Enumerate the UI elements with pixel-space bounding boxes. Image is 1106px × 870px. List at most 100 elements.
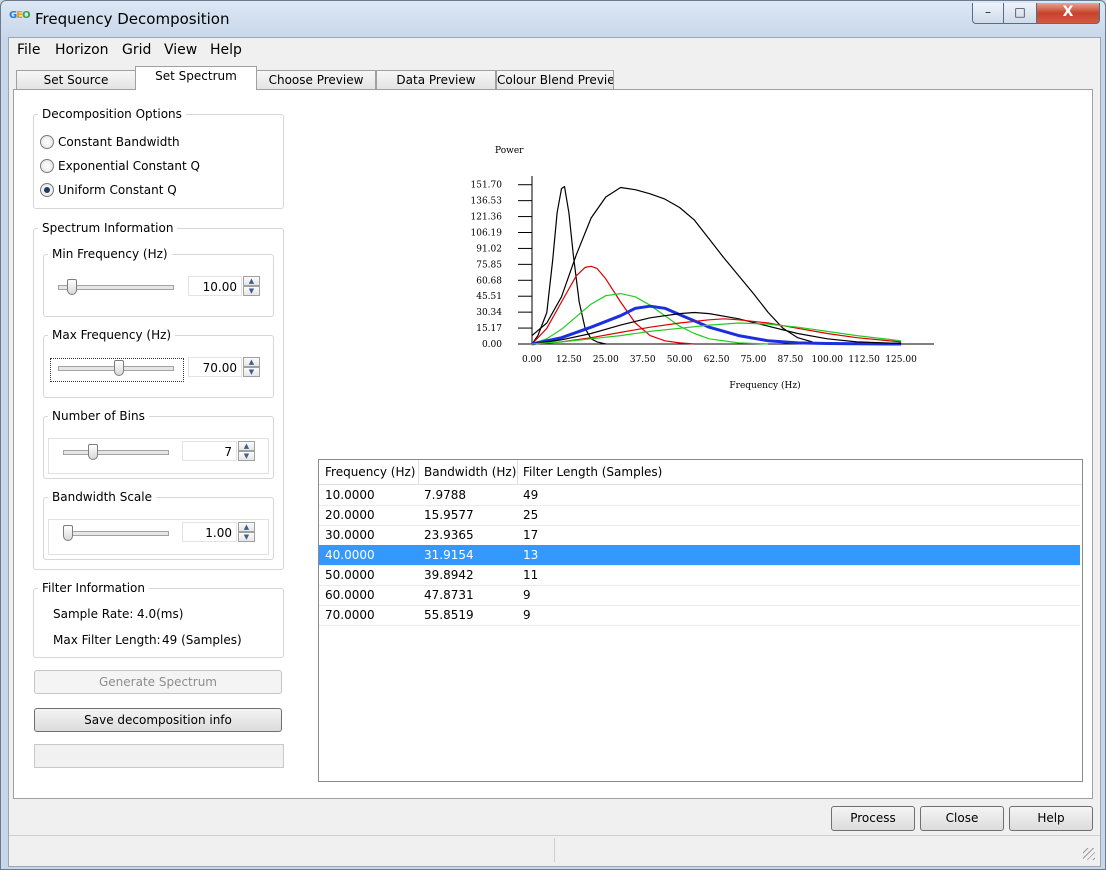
number-of-bins-input[interactable]: 7 (182, 441, 237, 461)
table-row[interactable]: 70.0000 55.8519 9 (319, 605, 1080, 626)
filter-information-group (33, 588, 284, 658)
column-separator[interactable] (418, 460, 419, 484)
y-tick-label: 91.02 (476, 244, 502, 254)
title-bar[interactable]: GEO Frequency Decomposition – □ X (1, 1, 1105, 37)
status-bar (9, 835, 1100, 866)
radio-exponential-constant-q[interactable] (40, 159, 54, 173)
table-row[interactable]: 10.0000 7.9788 49 (319, 485, 1080, 506)
spectrum-table: Frequency (Hz) Bandwidth (Hz) Filter Len… (318, 459, 1083, 782)
y-tick-label: 151.70 (471, 181, 503, 191)
number-of-bins-slider-track[interactable] (63, 450, 169, 455)
table-header: Frequency (Hz) Bandwidth (Hz) Filter Len… (319, 460, 1082, 485)
y-tick-label: 45.51 (476, 292, 502, 302)
radio-constant-bandwidth[interactable] (40, 135, 54, 149)
max-frequency-label: Max Frequency (Hz) (48, 328, 176, 342)
y-tick-label: 0.00 (482, 340, 502, 350)
x-tick-label: 87.50 (777, 355, 803, 365)
max-filter-length-value: 49 (Samples) (162, 633, 242, 647)
cell-filter-length: 9 (523, 608, 531, 622)
resize-grip-icon[interactable] (1083, 848, 1095, 860)
y-tick-label: 30.34 (476, 308, 502, 318)
cell-frequency: 30.0000 (325, 528, 375, 542)
cell-bandwidth: 23.9365 (424, 528, 474, 542)
cell-frequency: 20.0000 (325, 508, 375, 522)
x-tick-label: 0.00 (522, 355, 542, 365)
x-tick-label: 125.00 (885, 355, 917, 365)
tab-data-preview[interactable]: Data Preview (376, 70, 496, 89)
cell-bandwidth: 55.8519 (424, 608, 474, 622)
bandwidth-scale-slider-handle[interactable] (63, 525, 73, 541)
set-spectrum-panel: Decomposition Options Constant Bandwidth… (13, 89, 1093, 799)
x-tick-label: 112.50 (848, 355, 880, 365)
cell-frequency: 10.0000 (325, 488, 375, 502)
max-frequency-up-button[interactable]: ▲ (243, 357, 260, 367)
tab-colour-blend-preview[interactable]: Colour Blend Preview (496, 70, 614, 89)
min-frequency-down-button[interactable]: ▼ (243, 286, 260, 296)
radio-uniform-constant-q-label[interactable]: Uniform Constant Q (58, 183, 177, 197)
table-row[interactable]: 30.0000 23.9365 17 (319, 525, 1080, 546)
decomposition-options-title: Decomposition Options (38, 107, 186, 121)
radio-constant-bandwidth-label[interactable]: Constant Bandwidth (58, 135, 180, 149)
table-row[interactable]: 20.0000 15.9577 25 (319, 505, 1080, 526)
tab-set-source[interactable]: Set Source (16, 70, 136, 89)
cell-frequency: 70.0000 (325, 608, 375, 622)
cell-frequency: 40.0000 (325, 548, 375, 562)
cell-filter-length: 11 (523, 568, 539, 582)
generate-spectrum-button[interactable]: Generate Spectrum (34, 670, 282, 694)
max-frequency-down-button[interactable]: ▼ (243, 367, 260, 377)
max-frequency-slider-handle[interactable] (114, 360, 125, 376)
minimize-button[interactable]: – (972, 3, 1004, 24)
app-window: GEO Frequency Decomposition – □ X File H… (0, 0, 1106, 870)
save-decomposition-info-button[interactable]: Save decomposition info (34, 708, 282, 732)
column-header-filter-length[interactable]: Filter Length (Samples) (523, 465, 662, 479)
menu-file[interactable]: File (17, 42, 40, 58)
menu-view[interactable]: View (164, 42, 197, 58)
process-button[interactable]: Process (831, 806, 915, 831)
y-tick-label: 60.68 (476, 276, 502, 286)
menu-help[interactable]: Help (210, 42, 242, 58)
column-header-frequency[interactable]: Frequency (Hz) (325, 465, 416, 479)
radio-uniform-constant-q[interactable] (40, 183, 54, 197)
maximize-button[interactable]: □ (1003, 3, 1037, 24)
column-separator[interactable] (517, 460, 518, 484)
tab-choose-preview[interactable]: Choose Preview (256, 70, 376, 89)
number-of-bins-up-button[interactable]: ▲ (238, 441, 255, 451)
table-row[interactable]: 60.0000 47.8731 9 (319, 585, 1080, 606)
client-area: File Horizon Grid View Help Set Source S… (8, 37, 1101, 867)
sample-rate-value: 4.0(ms) (137, 607, 184, 621)
cell-bandwidth: 39.8942 (424, 568, 474, 582)
app-logo-icon: GEO (9, 10, 31, 21)
cell-filter-length: 17 (523, 528, 539, 542)
min-frequency-slider-handle[interactable] (67, 279, 78, 295)
menu-grid[interactable]: Grid (122, 42, 151, 58)
bandwidth-scale-label: Bandwidth Scale (48, 490, 156, 504)
bandwidth-scale-input[interactable]: 1.00 (182, 522, 237, 542)
number-of-bins-down-button[interactable]: ▼ (238, 451, 255, 461)
column-header-bandwidth[interactable]: Bandwidth (Hz) (424, 465, 516, 479)
number-of-bins-slider-handle[interactable] (88, 444, 99, 460)
x-tick-label: 25.00 (593, 355, 619, 365)
close-window-button[interactable]: X (1036, 3, 1100, 24)
bandwidth-scale-slider-track[interactable] (63, 531, 169, 536)
table-row[interactable]: 40.0000 31.9154 13 (319, 545, 1080, 566)
help-button[interactable]: Help (1009, 806, 1093, 831)
spectrum-information-title: Spectrum Information (38, 221, 178, 235)
window-title: Frequency Decomposition (35, 10, 230, 28)
sample-rate-label: Sample Rate: (53, 607, 134, 621)
min-frequency-input[interactable]: 10.00 (188, 276, 242, 296)
bandwidth-scale-up-button[interactable]: ▲ (238, 522, 255, 532)
max-frequency-input[interactable]: 70.00 (188, 357, 242, 377)
table-row[interactable]: 50.0000 39.8942 11 (319, 565, 1080, 586)
status-divider (554, 838, 555, 862)
close-button[interactable]: Close (920, 806, 1004, 831)
menu-horizon[interactable]: Horizon (55, 42, 109, 58)
radio-exponential-constant-q-label[interactable]: Exponential Constant Q (58, 159, 200, 173)
min-frequency-up-button[interactable]: ▲ (243, 276, 260, 286)
menu-bar: File Horizon Grid View Help (9, 38, 1100, 62)
tab-set-spectrum[interactable]: Set Spectrum (135, 66, 257, 90)
max-filter-length-label: Max Filter Length: (53, 633, 161, 647)
tab-bar: Set Source Set Spectrum Choose Preview D… (13, 66, 1093, 90)
bandwidth-scale-down-button[interactable]: ▼ (238, 532, 255, 542)
x-tick-label: 62.50 (704, 355, 730, 365)
y-axis-label: Power (495, 146, 524, 156)
